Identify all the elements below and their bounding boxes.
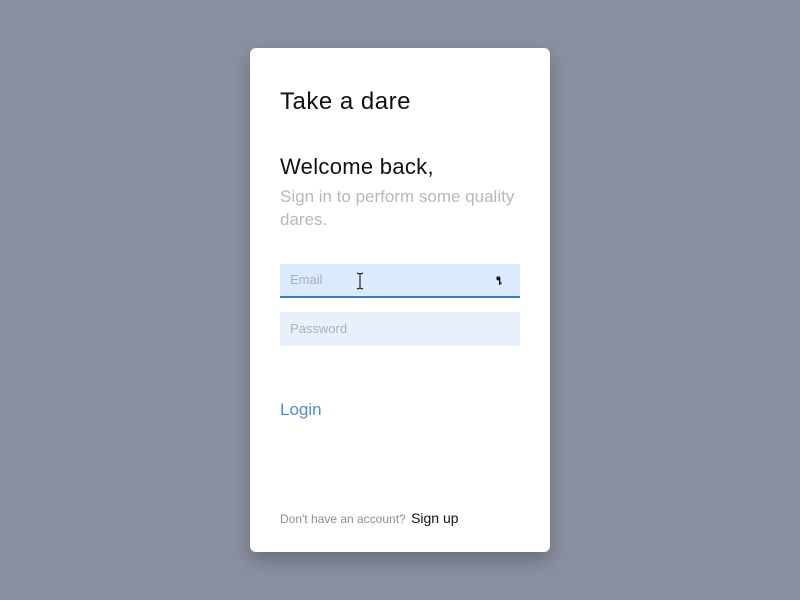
signup-link[interactable]: Sign up [411, 510, 458, 526]
email-field-wrap [280, 264, 520, 298]
signup-row: Don't have an account? Sign up [280, 510, 459, 526]
password-field[interactable] [280, 312, 520, 346]
login-card: Take a dare Welcome back, Sign in to per… [250, 48, 550, 552]
email-field[interactable] [280, 264, 520, 298]
welcome-heading: Welcome back, [280, 154, 520, 180]
welcome-subtitle: Sign in to perform some quality dares. [280, 186, 520, 232]
password-field-wrap [280, 312, 520, 346]
brand-title: Take a dare [280, 88, 520, 116]
login-button[interactable]: Login [280, 400, 520, 420]
signup-prompt: Don't have an account? [280, 512, 406, 526]
